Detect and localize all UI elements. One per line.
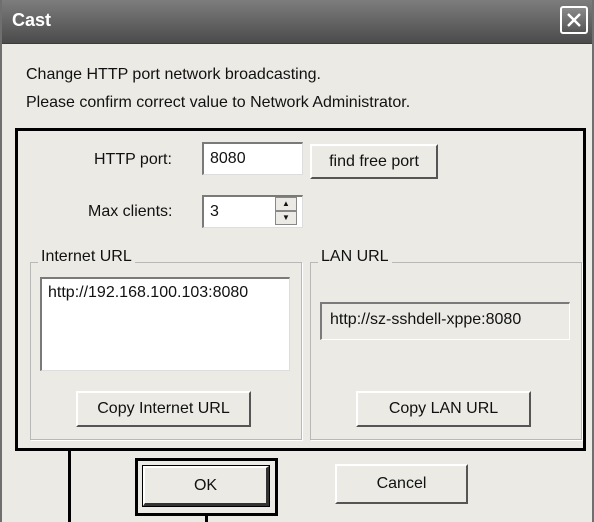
find-free-port-button[interactable]: find free port bbox=[310, 144, 438, 179]
cast-dialog: Cast Change HTTP port network broadcasti… bbox=[0, 0, 594, 522]
message-line-2: Please confirm correct value to Network … bbox=[26, 94, 411, 111]
lan-url-group-label: LAN URL bbox=[318, 248, 392, 266]
callout-leader-line bbox=[205, 516, 208, 522]
title-bar[interactable]: Cast bbox=[2, 0, 592, 44]
message-line-1: Change HTTP port network broadcasting. bbox=[26, 66, 321, 83]
http-port-input[interactable] bbox=[202, 142, 303, 175]
spin-up-button[interactable]: ▲ bbox=[275, 197, 297, 211]
close-icon bbox=[567, 13, 581, 27]
callout-leader-line bbox=[68, 451, 71, 522]
internet-url-group-label: Internet URL bbox=[38, 248, 135, 266]
cancel-button[interactable]: Cancel bbox=[335, 464, 468, 504]
arrow-down-icon: ▼ bbox=[282, 213, 290, 222]
close-button[interactable] bbox=[560, 6, 588, 34]
arrow-up-icon: ▲ bbox=[282, 199, 290, 208]
max-clients-spinner: ▲ ▼ bbox=[275, 197, 297, 226]
copy-lan-url-button[interactable]: Copy LAN URL bbox=[356, 391, 531, 427]
lan-url-field: http://sz-sshdell-xppe:8080 bbox=[320, 302, 570, 340]
window-title: Cast bbox=[12, 10, 52, 30]
max-clients-label: Max clients: bbox=[88, 203, 173, 220]
spin-down-button[interactable]: ▼ bbox=[275, 211, 297, 225]
copy-internet-url-button[interactable]: Copy Internet URL bbox=[76, 391, 251, 427]
ok-button[interactable]: OK bbox=[142, 465, 270, 507]
http-port-label: HTTP port: bbox=[94, 151, 172, 168]
internet-url-textarea[interactable]: http://192.168.100.103:8080 bbox=[40, 277, 290, 371]
